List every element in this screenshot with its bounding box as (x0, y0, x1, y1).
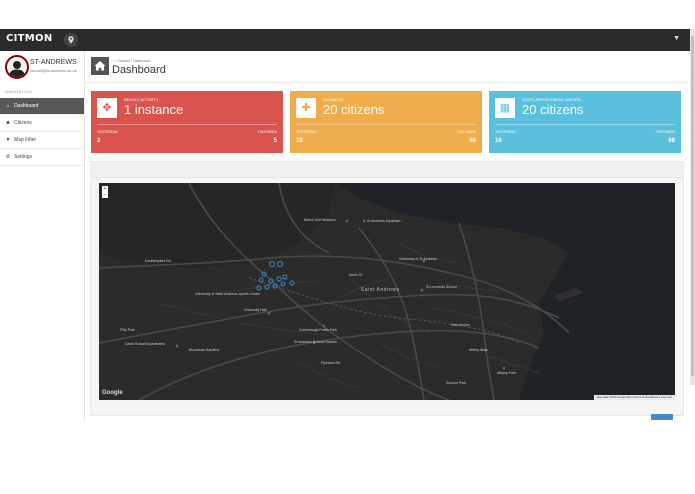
user-menu-caret-icon[interactable]: ▼ (673, 35, 680, 42)
user-silhouette-icon (9, 61, 25, 77)
card-divider (97, 124, 277, 125)
card-divider (495, 124, 675, 125)
map-label-david-russell: David Russell Apartments (125, 342, 166, 346)
sidebar-item-label: Citizens (14, 120, 32, 126)
map-label-cockshaugh: Cockshaugh Public Park (299, 328, 338, 332)
yesterday-value: 2 (97, 138, 101, 144)
breadcrumb-dictator[interactable]: Dictator (118, 59, 130, 63)
map-pin-icon (68, 36, 74, 44)
stat-card-revolt-activity: ✥ REVOLT ACTIVITY 1 instance YESTERDAY T… (91, 91, 283, 153)
map-label-fifty-park: Fifty Park (120, 328, 135, 332)
user-avatar[interactable] (5, 55, 29, 79)
medkit-icon: ✚ (296, 98, 316, 118)
panel-action-button[interactable] (651, 414, 673, 420)
card-value: 20 citizens (522, 102, 584, 117)
map-label-kinburn: Kinburn Park (446, 381, 467, 385)
map-attribution[interactable]: Map data ©2013 Google 200 m Terms of Use… (594, 395, 675, 400)
sidebar-item-citizens[interactable]: ☻ Citizens (0, 114, 84, 131)
top-navbar: CITMON ▼ (0, 29, 690, 51)
map-label-university: University of St Andrews (399, 257, 437, 261)
breadcrumb: ⌂ / Dictator / Dashboard (113, 59, 151, 63)
user-email: council@st-andrews.ac.uk (30, 68, 77, 73)
yesterday-value: 18 (495, 138, 502, 144)
map-label-st-leonards: St Leonards School (426, 285, 457, 289)
home-icon (94, 61, 106, 71)
user-name: ST-ANDREWS (30, 59, 77, 66)
map-panel-header (91, 162, 683, 178)
this-week-label: THIS WEEK (257, 130, 277, 134)
breadcrumb-home-icon[interactable]: ⌂ (113, 59, 115, 63)
this-week-value: 68 (668, 138, 675, 144)
city-map[interactable]: British Golf Museum St Andrews Aquarium … (99, 183, 675, 400)
map-label-saint-andrews: Saint Andrews (361, 287, 400, 293)
header-divider (84, 82, 690, 83)
sidebar-item-dashboard[interactable]: ⌂ Dashboard (0, 98, 84, 114)
map-label-abbey-walk: Abbey Walk (469, 348, 488, 352)
this-week-value: 5 (273, 138, 277, 144)
this-week-label: THIS WEEK (655, 130, 675, 134)
map-label-buchanan: Buchanan Gardens (189, 348, 220, 352)
sidebar-item-map-filter[interactable]: ▼ Map Filter (0, 131, 84, 148)
app-logo[interactable]: CITMON (6, 33, 53, 44)
move-arrows-icon: ✥ (97, 98, 117, 118)
map-label-doubledykes: Doubledykes Rd (145, 259, 171, 263)
home-icon: ⌂ (6, 103, 10, 109)
scrollbar-thumb[interactable] (691, 36, 694, 376)
map-label-sports-centre: University of Saint Andrews Sports Centr… (195, 292, 261, 296)
map-label-pipeland: Pipeland Rd (321, 361, 341, 365)
card-value: 1 instance (124, 102, 184, 117)
sidebar-item-label: Map Filter (14, 137, 37, 143)
breadcrumb-dashboard: Dashboard (133, 59, 151, 63)
yesterday-label: YESTERDAY (296, 130, 317, 134)
users-icon: ☻ (5, 120, 11, 126)
map-zoom-control: + − (102, 186, 108, 198)
gear-icon: ⚙ (5, 154, 11, 160)
map-label-golf-museum: British Golf Museum (304, 218, 336, 222)
yesterday-label: YESTERDAY (495, 130, 516, 134)
card-value: 20 citizens (323, 102, 385, 117)
stat-card-appointment-missed: ▦ STATE APPOINTMENT MISSED 20 citizens Y… (489, 91, 681, 153)
calendar-icon: ▦ (495, 98, 515, 118)
location-pin-button[interactable] (64, 33, 78, 47)
this-week-label: THIS WEEK (456, 130, 476, 134)
page-home-icon (91, 57, 109, 75)
sidebar-item-settings[interactable]: ⚙ Settings (0, 148, 84, 166)
navigation-heading: NAVIGATION (5, 89, 33, 94)
map-label-east-scores: East Scores (451, 323, 470, 327)
map-label-albany: Albany Park (497, 371, 516, 375)
stat-card-sickness: ✚ SICKNESS 20 citizens YESTERDAY THIS WE… (290, 91, 482, 153)
zoom-out-button[interactable]: − (102, 192, 108, 198)
map-label-botanic: St Andrews Botanic Garden (294, 340, 337, 344)
sidebar-nav: ⌂ Dashboard ☻ Citizens ▼ Map Filter ⚙ Se… (0, 98, 84, 166)
map-panel: British Golf Museum St Andrews Aquarium … (90, 161, 684, 416)
map-label-aquarium: St Andrews Aquarium (367, 219, 401, 223)
filter-icon: ▼ (5, 137, 11, 143)
yesterday-value: 18 (296, 138, 303, 144)
yesterday-label: YESTERDAY (97, 130, 118, 134)
this-week-value: 68 (469, 138, 476, 144)
map-label-north-st: North St (349, 273, 362, 277)
sidebar-item-label: Dashboard (14, 103, 39, 109)
card-divider (296, 124, 476, 125)
google-logo: Google (102, 390, 123, 396)
sidebar: ST-ANDREWS council@st-andrews.ac.uk NAVI… (0, 51, 85, 420)
page-title: Dashboard (112, 64, 166, 76)
sidebar-item-label: Settings (14, 154, 33, 160)
map-label-university-hall: University Hall (244, 308, 267, 312)
